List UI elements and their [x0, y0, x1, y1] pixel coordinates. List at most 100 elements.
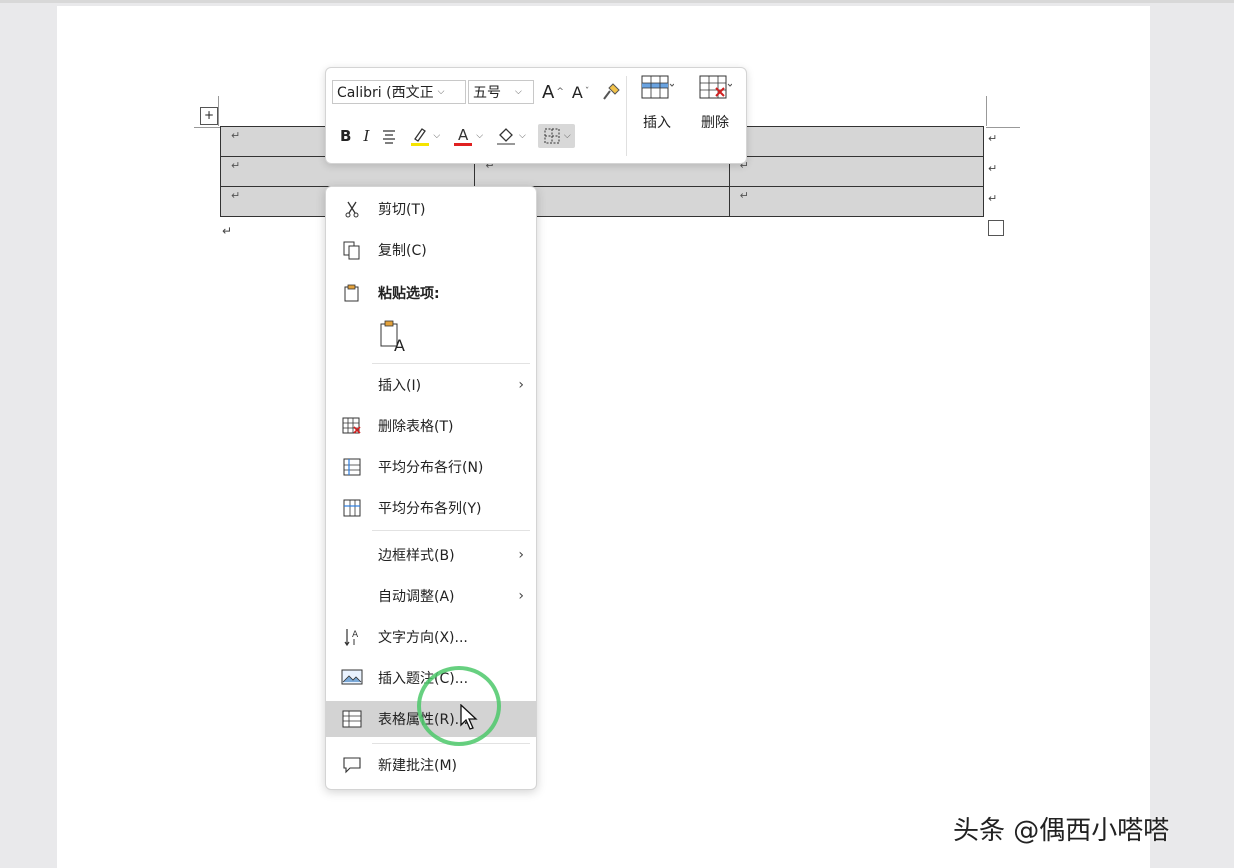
italic-button[interactable]: I [363, 127, 369, 145]
caret-down-icon: ˇ [584, 87, 590, 97]
paste-text-only-label: A [394, 335, 405, 355]
chevron-down-icon: ⌵ [515, 87, 522, 97]
delete-table-icon [699, 75, 733, 99]
chevron-down-icon: ⌵ [433, 131, 441, 141]
menu-item-paste-options: 粘贴选项: [326, 275, 536, 311]
table-resize-handle[interactable] [988, 220, 1004, 236]
menu-item-label: 复制(C) [378, 243, 427, 259]
font-color-button[interactable]: A ⌵ [452, 125, 483, 147]
font-size-dropdown[interactable]: 五号 ⌵ [468, 80, 534, 104]
borders-button[interactable]: ⌵ [537, 124, 575, 148]
align-center-icon [383, 130, 396, 144]
menu-item-label: 剪切(T) [378, 202, 426, 218]
new-comment-icon [326, 756, 378, 774]
delete-button[interactable]: 删除 [690, 74, 740, 132]
shading-bucket-icon [497, 128, 516, 145]
left-guide-line-horizontal [194, 127, 220, 128]
format-painter-button[interactable] [601, 82, 621, 102]
font-size-value: 五号 [473, 85, 501, 101]
font-name-dropdown[interactable]: Calibri (西文正 ⌵ [332, 80, 466, 104]
shrink-font-icon: A [571, 82, 583, 102]
font-color-icon: A [454, 126, 473, 146]
chevron-right-icon: › [518, 588, 524, 604]
table-cell[interactable]: ↵ [728, 186, 985, 217]
table-move-handle[interactable]: + [200, 107, 218, 125]
left-guide-line [218, 96, 219, 126]
menu-item-autofit[interactable]: 自动调整(A) › [326, 578, 536, 614]
chevron-down-icon: ⌵ [563, 131, 571, 141]
menu-item-text-direction[interactable]: A 文字方向(X)... [326, 619, 536, 655]
delete-table-icon [326, 416, 378, 436]
row-end-mark: ↵ [988, 162, 998, 175]
chevron-down-icon: ⌵ [519, 131, 526, 141]
top-border [0, 0, 1234, 3]
menu-item-label: 边框样式(B) [378, 548, 455, 564]
cell-end-mark: ↵ [231, 129, 241, 142]
menu-separator [372, 363, 530, 364]
table-properties-icon [326, 709, 378, 729]
svg-text:A: A [352, 630, 359, 640]
delete-label: 删除 [701, 115, 729, 131]
toolbar-separator [626, 76, 627, 156]
menu-item-delete-table[interactable]: 删除表格(T) [326, 408, 536, 444]
highlighter-icon [411, 128, 430, 146]
row-end-mark: ↵ [988, 132, 998, 145]
paragraph-mark: ↵ [222, 224, 233, 238]
menu-separator [372, 530, 530, 531]
shrink-font-button[interactable]: Aˇ [572, 83, 589, 102]
menu-item-copy[interactable]: 复制(C) [326, 232, 536, 268]
paste-keep-text-only-button[interactable]: A [326, 315, 536, 359]
right-guide-line-horizontal [986, 127, 1020, 128]
distribute-rows-icon [326, 457, 378, 477]
table-cell[interactable]: ↵ [728, 126, 985, 157]
menu-item-border-styles[interactable]: 边框样式(B) › [326, 537, 536, 573]
menu-item-label: 平均分布各行(N) [378, 460, 484, 476]
click-highlight-ring [417, 666, 501, 746]
menu-item-label: 删除表格(T) [378, 419, 454, 435]
grow-font-icon: A [542, 81, 555, 103]
highlight-color-button[interactable]: ⌵ [409, 125, 440, 147]
svg-text:A: A [458, 126, 469, 144]
menu-item-new-comment[interactable]: 新建批注(M) [326, 747, 536, 783]
insert-label: 插入 [643, 115, 671, 131]
paste-icon [326, 283, 378, 303]
chevron-right-icon: › [518, 377, 524, 393]
shading-button[interactable]: ⌵ [495, 125, 526, 147]
caret-up-icon: ^ [556, 87, 564, 97]
grow-font-button[interactable]: A ^ [542, 82, 564, 103]
menu-item-label: 自动调整(A) [378, 589, 455, 605]
row-end-mark: ↵ [988, 192, 998, 205]
align-button[interactable] [381, 128, 397, 144]
table-cell[interactable]: ↵ [728, 156, 985, 187]
insert-table-rows-icon [641, 75, 675, 99]
menu-item-label: 文字方向(X)... [378, 630, 468, 646]
watermark: 头条 @偶西小嗒嗒 [953, 816, 1170, 846]
insert-button[interactable]: 插入 [632, 74, 682, 132]
copy-icon [326, 240, 378, 260]
mini-toolbar: Calibri (西文正 ⌵ 五号 ⌵ A ^ Aˇ B I ⌵ A ⌵ ⌵ ⌵… [325, 67, 747, 164]
cell-end-mark: ↵ [739, 189, 749, 202]
menu-item-insert[interactable]: 插入(I) › [326, 367, 536, 403]
chevron-down-icon: ⌵ [476, 131, 484, 141]
menu-item-distribute-columns[interactable]: 平均分布各列(Y) [326, 490, 536, 526]
cell-end-mark: ↵ [231, 159, 241, 172]
right-guide-line [986, 96, 987, 126]
menu-item-cut[interactable]: 剪切(T) [326, 191, 536, 227]
scissors-icon [326, 200, 378, 218]
toolbar-row-format: B I ⌵ A ⌵ ⌵ ⌵ [332, 122, 581, 150]
mouse-cursor-icon [460, 704, 478, 730]
menu-item-label: 粘贴选项: [378, 286, 440, 302]
toolbar-row-font: Calibri (西文正 ⌵ 五号 ⌵ A ^ Aˇ [332, 78, 627, 106]
bold-button[interactable]: B [340, 127, 351, 145]
menu-item-label: 新建批注(M) [378, 758, 458, 774]
text-direction-icon: A [326, 627, 378, 647]
menu-item-distribute-rows[interactable]: 平均分布各行(N) [326, 449, 536, 485]
format-painter-icon [603, 83, 621, 100]
chevron-right-icon: › [518, 547, 524, 563]
cell-end-mark: ↵ [231, 189, 241, 202]
font-name-value: Calibri (西文正 [337, 85, 434, 101]
chevron-down-icon: ⌵ [437, 87, 445, 97]
menu-item-label: 插入(I) [378, 378, 422, 394]
borders-icon [544, 128, 560, 144]
distribute-columns-icon [326, 498, 378, 518]
